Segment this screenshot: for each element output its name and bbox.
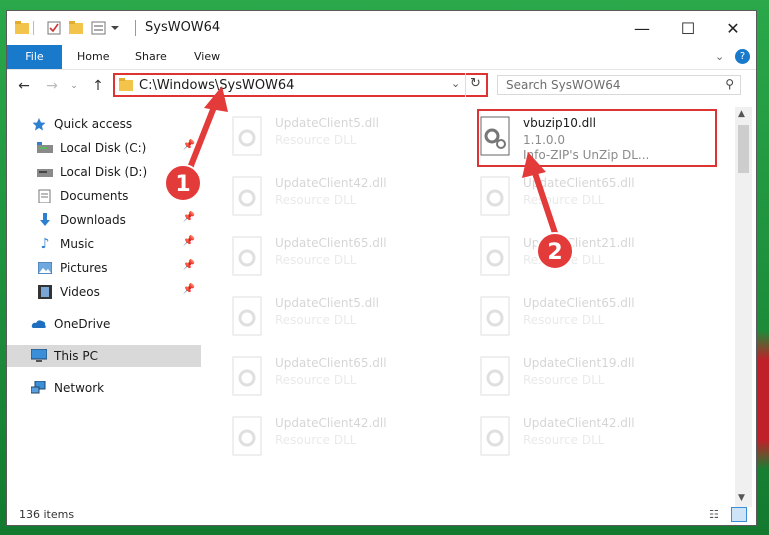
annotation-arrows: [187, 86, 559, 237]
arrow-2-head: [522, 152, 546, 178]
arrow-1-shaft: [187, 100, 219, 170]
callout-2: 2: [536, 232, 574, 270]
callout-1: 1: [164, 164, 202, 202]
arrow-2-shaft: [531, 169, 559, 237]
arrow-1-head: [204, 86, 228, 112]
